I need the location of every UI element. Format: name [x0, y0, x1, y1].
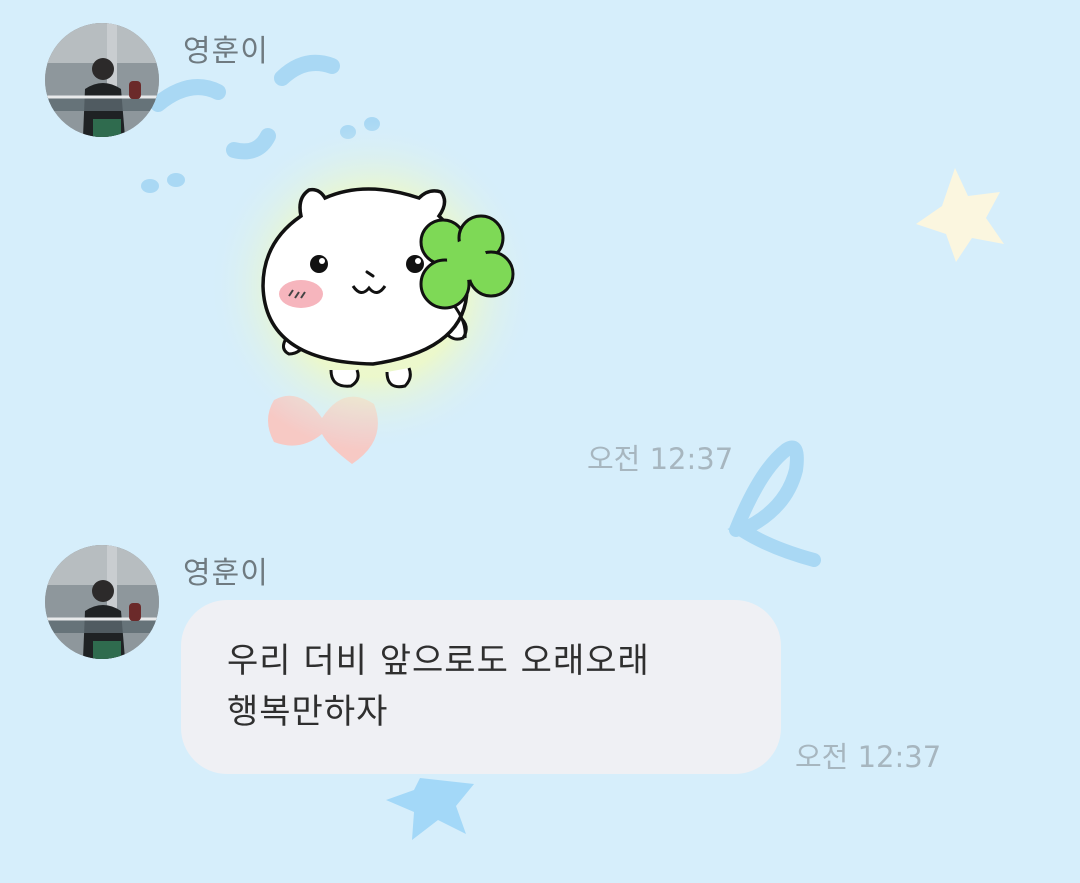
profile-photo — [45, 23, 159, 137]
message-bubble[interactable]: 우리 더비 앞으로도 오래오래 행복만하자 — [181, 600, 781, 774]
sender-name: 영훈이 — [183, 556, 269, 591]
avatar[interactable] — [45, 545, 159, 659]
blue-star-icon — [386, 778, 474, 840]
avatar[interactable] — [45, 23, 159, 137]
sender-name: 영훈이 — [183, 34, 269, 69]
message-time: 오전 12:37 — [795, 740, 942, 774]
white-hamster-with-clover-icon — [208, 121, 538, 451]
hamster-clover-sticker[interactable] — [205, 118, 545, 458]
cream-star-icon — [916, 168, 1004, 262]
message-text-line: 우리 더비 앞으로도 오래오래 — [227, 641, 650, 681]
profile-photo — [45, 545, 159, 659]
message-time: 오전 12:37 — [587, 442, 734, 476]
message-text-line: 행복만하자 — [227, 692, 389, 732]
